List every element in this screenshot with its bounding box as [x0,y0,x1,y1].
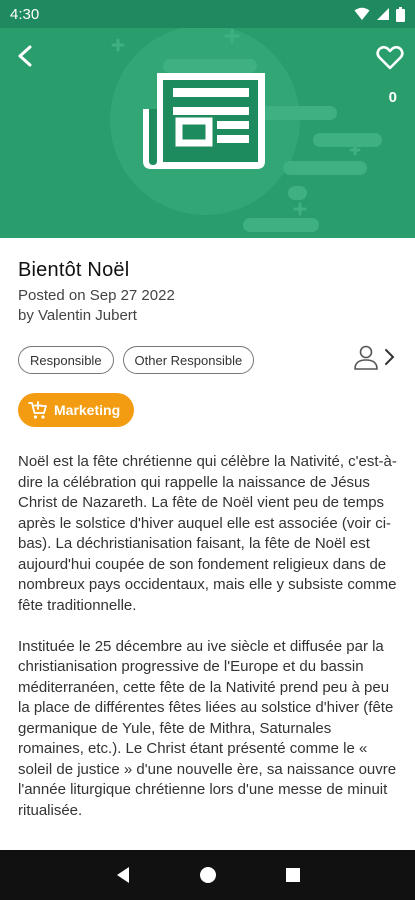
category-badge[interactable]: Marketing [18,393,135,427]
cart-add-icon [28,401,47,419]
tag-other-responsible[interactable]: Other Responsible [122,346,255,374]
wifi-icon [354,7,370,20]
status-icons [354,6,405,22]
status-time: 4:30 [10,5,40,23]
battery-icon [396,6,405,22]
favorite-count: 0 [388,89,397,106]
hero-header: 0 [0,28,415,238]
responsible-tags: Responsible Other Responsible [18,346,255,374]
newspaper-icon [143,73,265,169]
back-triangle-icon [116,867,129,883]
paragraph: Instituée le 25 décembre au ive siècle e… [18,637,397,819]
home-circle-icon [199,867,216,883]
posted-date: Posted on Sep 27 2022 [18,287,175,304]
author: by Valentin Jubert [18,307,137,324]
heart-outline-icon [376,45,404,70]
article-body: Noël est la fête chrétienne qui célèbre … [18,452,398,842]
paragraph: Noël est la fête chrétienne qui célèbre … [18,453,397,614]
back-button[interactable] [12,42,40,70]
nav-home-button[interactable] [193,860,223,890]
system-nav-bar [0,850,415,900]
recents-square-icon [285,868,300,882]
signal-icon [377,8,389,20]
chevron-left-icon [18,45,32,67]
person-icon [354,345,378,370]
article-title: Bientôt Noël [18,259,130,281]
tag-responsible[interactable]: Responsible [18,346,114,374]
status-bar: 4:30 [0,0,415,28]
responsible-list-button[interactable] [353,344,395,370]
category-label: Marketing [54,402,121,418]
nav-back-button[interactable] [108,860,138,890]
article-meta: Posted on Sep 27 2022 by Valentin Jubert [18,286,175,326]
nav-recents-button[interactable] [278,860,308,890]
favorite-button[interactable] [375,42,405,72]
chevron-right-icon [385,349,395,365]
